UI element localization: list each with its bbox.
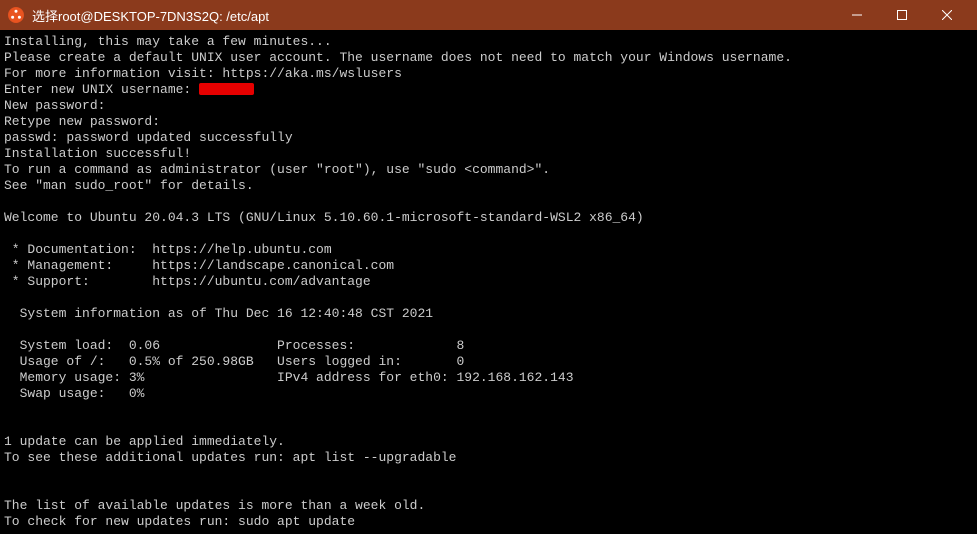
terminal-line xyxy=(4,466,973,482)
terminal-line: Installing, this may take a few minutes.… xyxy=(4,34,973,50)
maximize-button[interactable] xyxy=(879,0,924,30)
terminal-line: Swap usage: 0% xyxy=(4,386,973,402)
terminal-line: * Management: https://landscape.canonica… xyxy=(4,258,973,274)
window-titlebar: 选择root@DESKTOP-7DN3S2Q: /etc/apt xyxy=(0,0,977,30)
terminal-line: Installation successful! xyxy=(4,146,973,162)
terminal-line xyxy=(4,418,973,434)
terminal-line: See "man sudo_root" for details. xyxy=(4,178,973,194)
terminal-line: System load: 0.06 Processes: 8 xyxy=(4,338,973,354)
minimize-button[interactable] xyxy=(834,0,879,30)
terminal-line: Usage of /: 0.5% of 250.98GB Users logge… xyxy=(4,354,973,370)
terminal-line: System information as of Thu Dec 16 12:4… xyxy=(4,306,973,322)
terminal-line: * Support: https://ubuntu.com/advantage xyxy=(4,274,973,290)
terminal-line xyxy=(4,482,973,498)
terminal-line: Retype new password: xyxy=(4,114,973,130)
terminal-line: Welcome to Ubuntu 20.04.3 LTS (GNU/Linux… xyxy=(4,210,973,226)
terminal-line: Enter new UNIX username: xyxy=(4,82,973,98)
terminal-line: Please create a default UNIX user accoun… xyxy=(4,50,973,66)
terminal-line: * Documentation: https://help.ubuntu.com xyxy=(4,242,973,258)
terminal-line: To see these additional updates run: apt… xyxy=(4,450,973,466)
terminal-line xyxy=(4,402,973,418)
terminal-line xyxy=(4,226,973,242)
terminal-line: For more information visit: https://aka.… xyxy=(4,66,973,82)
ubuntu-icon xyxy=(8,7,24,23)
terminal-line: Memory usage: 3% IPv4 address for eth0: … xyxy=(4,370,973,386)
terminal-line: To check for new updates run: sudo apt u… xyxy=(4,514,973,530)
terminal-line xyxy=(4,290,973,306)
window-title: 选择root@DESKTOP-7DN3S2Q: /etc/apt xyxy=(32,6,834,25)
terminal-line: 1 update can be applied immediately. xyxy=(4,434,973,450)
terminal-line: The list of available updates is more th… xyxy=(4,498,973,514)
terminal-output[interactable]: Installing, this may take a few minutes.… xyxy=(0,30,977,534)
terminal-line: passwd: password updated successfully xyxy=(4,130,973,146)
terminal-line: New password: xyxy=(4,98,973,114)
window-controls xyxy=(834,0,969,30)
terminal-line xyxy=(4,194,973,210)
redacted-username xyxy=(199,83,254,95)
terminal-line: To run a command as administrator (user … xyxy=(4,162,973,178)
terminal-line xyxy=(4,322,973,338)
close-button[interactable] xyxy=(924,0,969,30)
